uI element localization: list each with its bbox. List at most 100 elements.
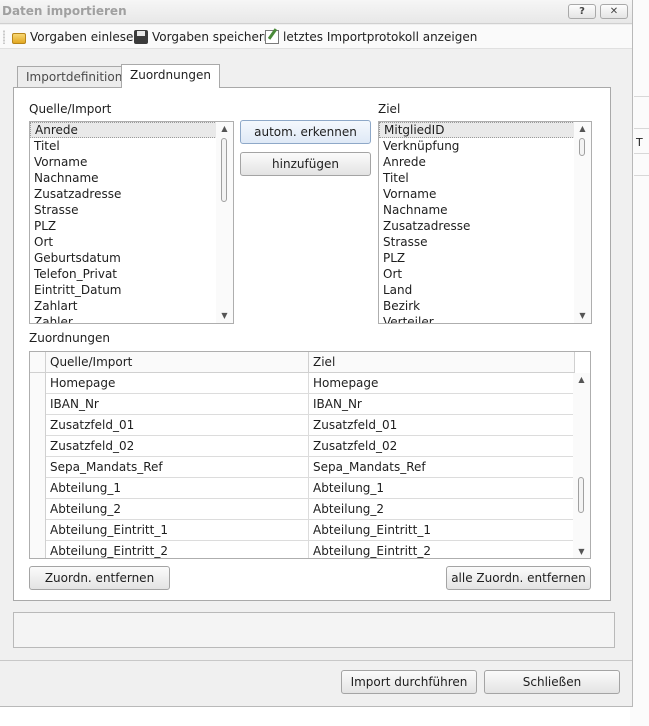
remove-mapping-button[interactable]: Zuordn. entfernen (29, 566, 170, 590)
tab-zuordnungen[interactable]: Zuordnungen (121, 64, 220, 88)
source-list-item[interactable]: Nachname (30, 170, 233, 186)
table-row[interactable]: Abteilung_Eintritt_1 Abteilung_Eintritt_1 (30, 520, 575, 541)
row-header[interactable] (30, 520, 46, 541)
target-list-item[interactable]: Bezirk (379, 298, 591, 314)
target-list-item[interactable]: Strasse (379, 234, 591, 250)
source-list-item[interactable]: Titel (30, 138, 233, 154)
column-header-source[interactable]: Quelle/Import (46, 352, 309, 373)
cell-source[interactable]: Abteilung_Eintritt_2 (46, 541, 309, 558)
target-list-item[interactable]: Verteiler (379, 314, 591, 323)
background-cell: T (636, 136, 643, 149)
cell-target[interactable]: IBAN_Nr (309, 394, 575, 415)
source-list-item[interactable]: Strasse (30, 202, 233, 218)
row-header[interactable] (30, 457, 46, 478)
save-icon (134, 30, 148, 44)
mappings-grid[interactable]: Quelle/Import Ziel Homepage Homepage IBAN_… (29, 351, 591, 559)
cell-source[interactable]: Abteilung_2 (46, 499, 309, 520)
tab-importdefinition[interactable]: Importdefinition (17, 66, 132, 88)
close-window-button[interactable]: ✕ (600, 4, 628, 19)
source-list-item[interactable]: PLZ (30, 218, 233, 234)
source-list-item[interactable]: Geburtsdatum (30, 250, 233, 266)
table-row[interactable]: IBAN_Nr IBAN_Nr (30, 394, 575, 415)
scroll-down-icon[interactable]: ▼ (573, 545, 590, 558)
target-list-item[interactable]: Titel (379, 170, 591, 186)
cell-target[interactable]: Sepa_Mandats_Ref (309, 457, 575, 478)
grid-scrollbar[interactable]: ▲ ▼ (573, 373, 590, 558)
table-row[interactable]: Abteilung_Eintritt_2 Abteilung_Eintritt_2 (30, 541, 575, 558)
cell-source[interactable]: IBAN_Nr (46, 394, 309, 415)
cell-source[interactable]: Zusatzfeld_02 (46, 436, 309, 457)
source-list-item[interactable]: Ort (30, 234, 233, 250)
table-row[interactable]: Homepage Homepage (30, 373, 575, 394)
target-list-item[interactable]: Land (379, 282, 591, 298)
cell-source[interactable]: Sepa_Mandats_Ref (46, 457, 309, 478)
cell-source[interactable]: Zusatzfeld_01 (46, 415, 309, 436)
cell-target[interactable]: Abteilung_2 (309, 499, 575, 520)
mappings-label: Zuordnungen (29, 331, 110, 345)
source-list-item[interactable]: Vorname (30, 154, 233, 170)
background-divider (634, 96, 649, 97)
load-defaults-button[interactable]: Vorgaben einlesen (12, 29, 141, 45)
scroll-down-icon[interactable]: ▼ (574, 309, 591, 323)
target-list-item[interactable]: Ort (379, 266, 591, 282)
cell-target[interactable]: Homepage (309, 373, 575, 394)
source-list-item[interactable]: Zahlart (30, 298, 233, 314)
row-header[interactable] (30, 373, 46, 394)
table-row[interactable]: Zusatzfeld_02 Zusatzfeld_02 (30, 436, 575, 457)
source-listbox[interactable]: Anrede Titel Vorname Nachname Zusatzadresse S… (29, 121, 234, 324)
table-row[interactable]: Zusatzfeld_01 Zusatzfeld_01 (30, 415, 575, 436)
row-header[interactable] (30, 499, 46, 520)
table-row[interactable]: Sepa_Mandats_Ref Sepa_Mandats_Ref (30, 457, 575, 478)
target-scrollbar[interactable]: ▲ ▼ (574, 122, 591, 323)
remove-all-mappings-button[interactable]: alle Zuordn. entfernen (446, 566, 591, 590)
cell-target[interactable]: Abteilung_Eintritt_1 (309, 520, 575, 541)
scroll-up-icon[interactable]: ▲ (216, 122, 233, 136)
target-list-item[interactable]: Vorname (379, 186, 591, 202)
scroll-thumb[interactable] (578, 477, 584, 513)
cell-target[interactable]: Abteilung_1 (309, 478, 575, 499)
scroll-down-icon[interactable]: ▼ (216, 309, 233, 323)
target-label: Ziel (378, 102, 401, 116)
import-run-button[interactable]: Import durchführen (341, 670, 477, 694)
cell-target[interactable]: Zusatzfeld_02 (309, 436, 575, 457)
table-row[interactable]: Abteilung_2 Abteilung_2 (30, 499, 575, 520)
cell-source[interactable]: Homepage (46, 373, 309, 394)
source-list-item[interactable]: Zahler (30, 314, 233, 323)
show-protocol-button[interactable]: letztes Importprotokoll anzeigen (265, 29, 477, 45)
add-mapping-button[interactable]: hinzufügen (240, 152, 371, 176)
table-row[interactable]: Abteilung_1 Abteilung_1 (30, 478, 575, 499)
source-list-item[interactable]: Anrede (30, 122, 233, 138)
toolbar-grip-icon[interactable] (3, 30, 5, 44)
target-listbox[interactable]: MitgliedID Verknüpfung Anrede Titel Vorname N… (378, 121, 592, 324)
source-list-item[interactable]: Eintritt_Datum (30, 282, 233, 298)
target-list-item[interactable]: Anrede (379, 154, 591, 170)
target-list-item[interactable]: Verknüpfung (379, 138, 591, 154)
source-list-item[interactable]: Telefon_Privat (30, 266, 233, 282)
scroll-up-icon[interactable]: ▲ (574, 122, 591, 136)
target-list-item[interactable]: Zusatzadresse (379, 218, 591, 234)
source-list-item[interactable]: Zusatzadresse (30, 186, 233, 202)
save-defaults-button[interactable]: Vorgaben speichern (134, 29, 271, 45)
footer-divider (0, 660, 632, 661)
cell-source[interactable]: Abteilung_1 (46, 478, 309, 499)
row-header[interactable] (30, 541, 46, 558)
source-scrollbar[interactable]: ▲ ▼ (216, 122, 233, 323)
column-header-target[interactable]: Ziel (309, 352, 575, 373)
target-list-item[interactable]: Nachname (379, 202, 591, 218)
row-header[interactable] (30, 415, 46, 436)
grid-header: Quelle/Import Ziel (30, 352, 575, 373)
scroll-up-icon[interactable]: ▲ (573, 373, 590, 387)
cell-target[interactable]: Abteilung_Eintritt_2 (309, 541, 575, 558)
close-button[interactable]: Schließen (484, 670, 620, 694)
cell-target[interactable]: Zusatzfeld_01 (309, 415, 575, 436)
row-header[interactable] (30, 394, 46, 415)
row-header[interactable] (30, 478, 46, 499)
target-list-item[interactable]: PLZ (379, 250, 591, 266)
help-button[interactable]: ? (568, 4, 596, 19)
row-header[interactable] (30, 436, 46, 457)
auto-detect-button[interactable]: autom. erkennen (240, 120, 371, 144)
scroll-thumb[interactable] (579, 138, 585, 156)
scroll-thumb[interactable] (221, 138, 227, 202)
target-list-item[interactable]: MitgliedID (379, 122, 591, 138)
cell-source[interactable]: Abteilung_Eintritt_1 (46, 520, 309, 541)
